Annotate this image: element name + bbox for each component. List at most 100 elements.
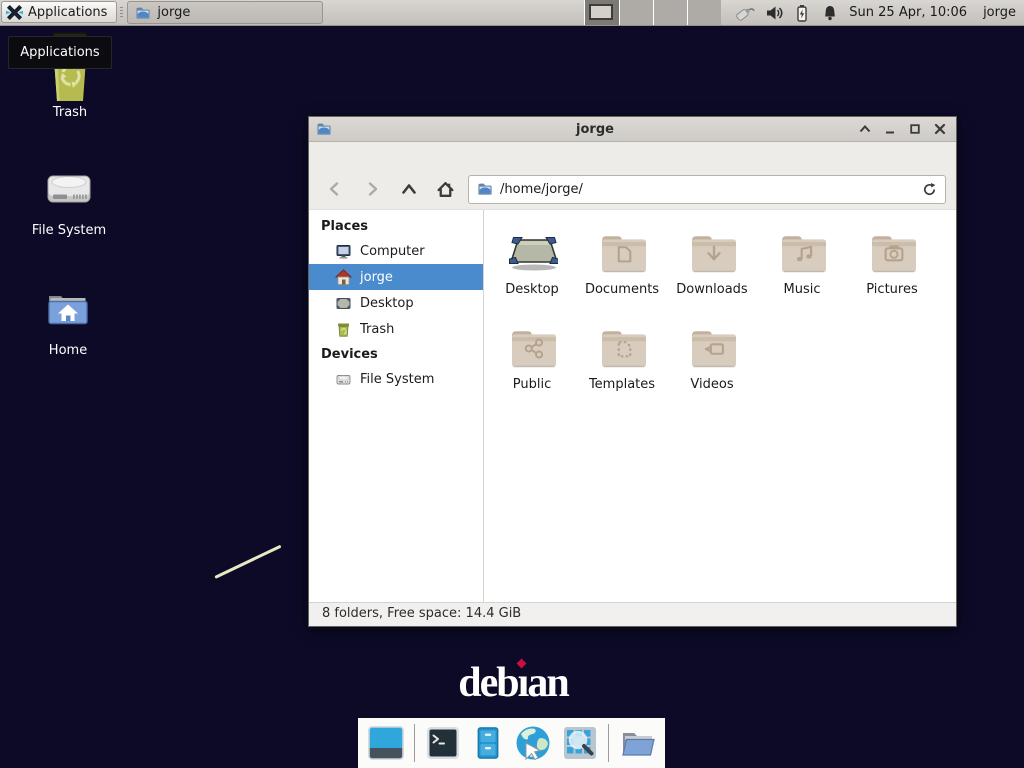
file-item[interactable]: Templates [577, 319, 667, 414]
refresh-icon[interactable] [922, 182, 937, 197]
sidebar-item-label: File System [360, 372, 434, 387]
sidebar-item-icon [335, 295, 352, 312]
sidebar-item-label: Trash [360, 322, 394, 337]
sidebar-places-header: Places [309, 214, 483, 238]
sidebar-item-label: jorge [360, 270, 393, 285]
notifications-bell-icon[interactable] [821, 4, 839, 22]
file-item[interactable]: Pictures [847, 224, 937, 319]
sidebar-item-icon [335, 269, 352, 286]
file-item-label: Pictures [866, 282, 917, 297]
file-item[interactable]: Desktop [487, 224, 577, 319]
dock-web-browser-icon[interactable] [514, 724, 552, 762]
window-content: Places Computer jorge Desktop Trash [309, 210, 956, 602]
dock-separator [414, 724, 415, 762]
dock-application-finder-icon[interactable] [561, 724, 599, 762]
debian-logo-text-left: deb [458, 659, 517, 707]
file-item-label: Music [784, 282, 821, 297]
stray-line-artifact [214, 545, 281, 579]
forward-icon [363, 180, 381, 198]
up-button[interactable] [390, 174, 427, 205]
desktop-icon-label: Home [49, 343, 87, 358]
sidebar-item[interactable]: Trash [309, 316, 483, 342]
dock-show-desktop-icon[interactable] [367, 724, 405, 762]
file-item-icon [866, 230, 918, 274]
taskbar-window-button[interactable]: jorge [127, 1, 323, 24]
desktop-icon-label: Trash [53, 105, 87, 120]
volume-icon[interactable] [765, 4, 783, 22]
system-tray [733, 0, 839, 25]
tooltip-text: Applications [20, 45, 99, 60]
panel-user-menu[interactable]: jorge [983, 0, 1016, 25]
home-icon [436, 180, 455, 199]
applications-menu-label: Applications [28, 5, 107, 20]
file-item[interactable]: Documents [577, 224, 667, 319]
file-item[interactable]: Public [487, 319, 577, 414]
back-icon [326, 180, 344, 198]
workspace-window-preview [589, 4, 613, 20]
window-controls [858, 122, 947, 136]
file-item-icon [686, 325, 738, 369]
close-button[interactable] [933, 122, 947, 136]
window-title: jorge [332, 122, 858, 137]
path-entry[interactable]: /home/jorge/ [468, 175, 946, 204]
applications-tooltip: Applications [8, 36, 112, 69]
workspace-cell[interactable] [688, 0, 721, 25]
sidebar-item[interactable]: Desktop [309, 290, 483, 316]
folder-icon [135, 5, 151, 21]
file-item-label: Desktop [505, 282, 559, 297]
path-text[interactable]: /home/jorge/ [500, 182, 915, 197]
home-folder-icon [44, 288, 92, 330]
file-item[interactable]: Downloads [667, 224, 757, 319]
applications-menu-button[interactable]: Applications [1, 1, 117, 23]
sidebar-item[interactable]: Computer [309, 238, 483, 264]
sidebar-item[interactable]: jorge [309, 264, 483, 290]
titlebar[interactable]: jorge [309, 117, 956, 142]
sidebar-devices-list: File System [309, 366, 483, 392]
panel-spacer [324, 0, 584, 25]
file-item[interactable]: Videos [667, 319, 757, 414]
workspace-cell[interactable] [585, 0, 618, 25]
sidebar: Places Computer jorge Desktop Trash [309, 210, 484, 602]
forward-button[interactable] [353, 174, 390, 205]
file-item-label: Public [513, 377, 551, 392]
network-icon[interactable] [733, 3, 755, 23]
shade-button[interactable] [858, 122, 872, 136]
file-item-icon [506, 325, 558, 369]
desktop-icon-home[interactable]: Home [16, 288, 120, 358]
dock-folder-icon[interactable] [618, 724, 656, 762]
menubar [309, 142, 956, 169]
debian-logo-text-i: ı [518, 659, 528, 707]
sidebar-item[interactable]: File System [309, 366, 483, 392]
file-item[interactable]: Music [757, 224, 847, 319]
applications-logo-icon [6, 4, 23, 21]
desktop-icon-file-system[interactable]: File System [17, 168, 121, 238]
sidebar-item-icon [335, 371, 352, 388]
file-item-label: Videos [690, 377, 733, 392]
home-button[interactable] [427, 174, 464, 205]
file-item-icon [686, 230, 738, 274]
minimize-button[interactable] [883, 122, 897, 136]
taskbar-window-label: jorge [157, 5, 190, 20]
file-manager-window: jorge /home/jorge/ Places [308, 116, 957, 627]
file-grid: Desktop Documents Downloads [484, 210, 956, 602]
workspace-cell[interactable] [620, 0, 653, 25]
sidebar-item-icon [335, 321, 352, 338]
maximize-button[interactable] [908, 122, 922, 136]
toolbar: /home/jorge/ [309, 169, 956, 210]
hard-drive-icon [45, 168, 93, 210]
up-icon [400, 180, 418, 198]
workspace-switcher [584, 0, 721, 25]
statusbar: 8 folders, Free space: 14.4 GiB [309, 602, 956, 626]
sidebar-devices-header: Devices [309, 342, 483, 366]
panel-clock[interactable]: Sun 25 Apr, 10:06 [849, 0, 967, 25]
dock-terminal-icon[interactable] [424, 724, 462, 762]
desktop-icon-label: File System [32, 223, 106, 238]
workspace-cell[interactable] [654, 0, 687, 25]
back-button[interactable] [316, 174, 353, 205]
file-item-icon [776, 230, 828, 274]
top-panel: Applications jorge Sun 25 Apr, 10:06 jor… [0, 0, 1024, 26]
battery-icon[interactable] [793, 4, 811, 22]
panel-handle[interactable] [117, 0, 126, 25]
file-item-label: Documents [585, 282, 659, 297]
dock-file-cabinet-icon[interactable] [471, 724, 505, 762]
